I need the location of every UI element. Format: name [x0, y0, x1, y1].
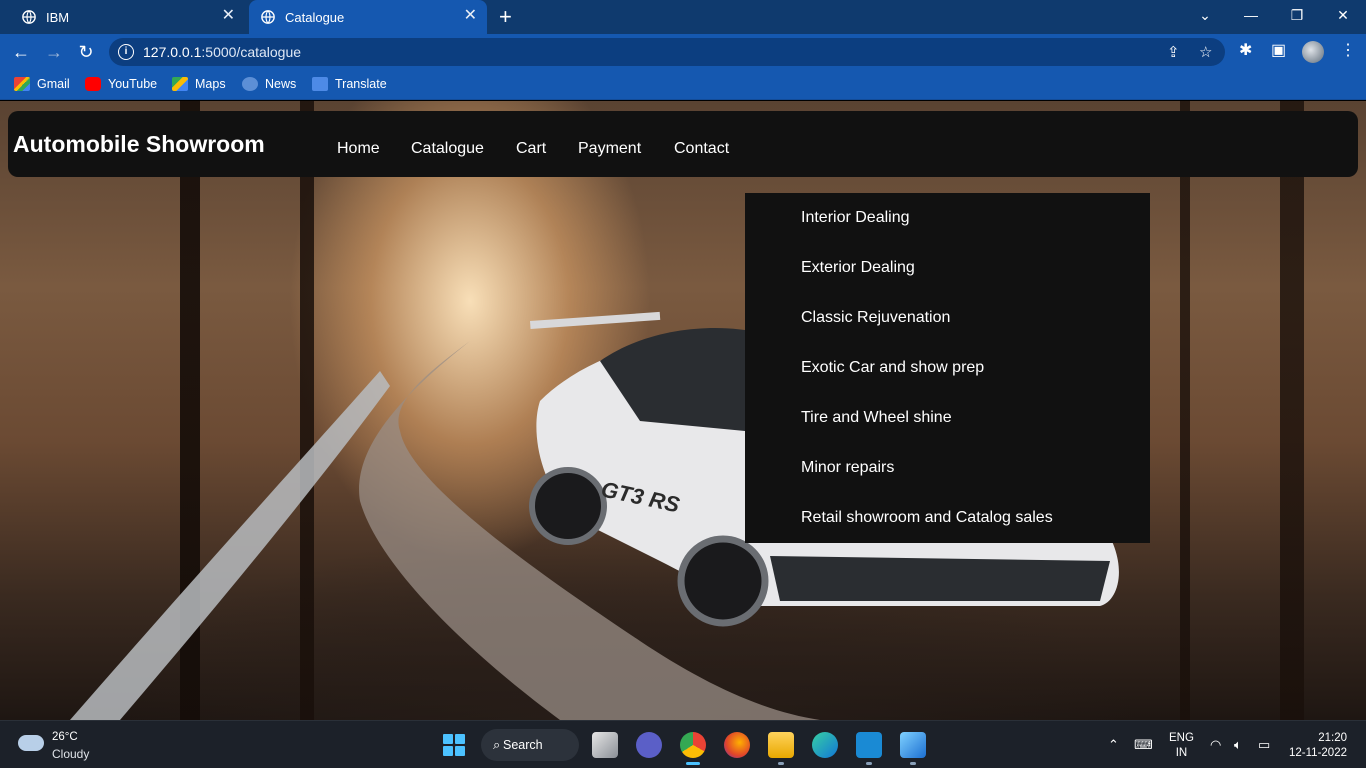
translate-icon — [312, 77, 328, 91]
bookmark-label: Maps — [195, 77, 226, 91]
new-tab-icon[interactable]: + — [499, 6, 512, 28]
windows-start-icon[interactable] — [443, 734, 465, 756]
tab-strip: IBM ✕ Catalogue ✕ + ⌄ — ❐ ✕ — [0, 0, 1366, 34]
volume-icon[interactable]: 🔈︎ — [1234, 737, 1242, 753]
firefox-icon[interactable] — [724, 732, 750, 758]
clock-time: 21:20 — [1318, 732, 1347, 744]
close-tab-icon[interactable]: ✕ — [464, 8, 477, 24]
reload-icon[interactable]: ↻ — [75, 41, 97, 63]
tab-title: IBM — [46, 9, 70, 25]
nav-cart[interactable]: Cart — [516, 140, 546, 158]
site-brand[interactable]: Automobile Showroom — [13, 131, 265, 158]
file-explorer-icon[interactable] — [768, 732, 794, 758]
bookmark-label: Gmail — [37, 77, 70, 91]
taskbar-search[interactable]: ⌕ Search — [481, 729, 579, 761]
browser-toolbar: ← → ↻ i 127.0.0.1:5000/catalogue ⇪ ☆ ✱ ▣… — [0, 34, 1366, 70]
catalogue-dropdown: Interior Dealing Exterior Dealing Classi… — [745, 193, 1150, 543]
extensions-icon[interactable]: ✱ — [1239, 42, 1252, 60]
nav-home[interactable]: Home — [337, 140, 380, 158]
gmail-icon — [14, 77, 30, 91]
profile-avatar[interactable] — [1302, 41, 1324, 63]
search-icon: ⌕ — [493, 737, 501, 752]
side-panel-icon[interactable]: ▣ — [1271, 42, 1286, 60]
url-path: :5000/catalogue — [201, 44, 302, 60]
globe-icon — [261, 10, 275, 24]
menu-item-exotic-car[interactable]: Exotic Car and show prep — [801, 359, 984, 377]
app-running-indicator — [778, 762, 784, 765]
region-code: IN — [1175, 747, 1188, 759]
show-hidden-icons-icon[interactable]: ⌃ — [1108, 737, 1119, 753]
menu-item-interior-dealing[interactable]: Interior Dealing — [801, 209, 910, 227]
wifi-icon[interactable]: ◠ — [1210, 737, 1221, 753]
bookmarks-bar: Gmail YouTube Maps News Translate — [0, 70, 1366, 100]
tab-catalogue[interactable]: Catalogue ✕ — [249, 0, 487, 34]
nav-catalogue[interactable]: Catalogue — [411, 140, 484, 158]
tab-title: Catalogue — [285, 9, 345, 25]
menu-item-exterior-dealing[interactable]: Exterior Dealing — [801, 259, 915, 277]
chrome-icon[interactable] — [680, 732, 706, 758]
news-icon — [242, 77, 258, 91]
restore-icon[interactable]: ❐ — [1274, 0, 1320, 30]
address-bar[interactable]: i 127.0.0.1:5000/catalogue ⇪ ☆ — [109, 38, 1225, 66]
search-label: Search — [503, 738, 543, 752]
bookmark-label: Translate — [335, 77, 387, 91]
bookmark-gmail[interactable]: Gmail — [14, 77, 70, 91]
maps-icon — [172, 77, 188, 91]
url-text: 127.0.0.1:5000/catalogue — [143, 44, 301, 60]
bookmark-label: News — [265, 77, 297, 91]
tab-ibm[interactable]: IBM ✕ — [8, 0, 245, 34]
edge-icon[interactable] — [812, 732, 838, 758]
bookmark-news[interactable]: News — [242, 77, 296, 91]
menu-item-classic-rejuvenation[interactable]: Classic Rejuvenation — [801, 309, 950, 327]
forward-icon[interactable]: → — [43, 41, 65, 63]
globe-icon — [22, 10, 36, 24]
keyboard-icon[interactable]: ⌨ — [1134, 737, 1153, 753]
tab-search-icon[interactable]: ⌄ — [1182, 0, 1228, 30]
system-clock[interactable]: 21:20 12-11-2022 — [1289, 731, 1347, 761]
page-viewport: GT3 RS Automobile Showroom Home Catalogu… — [0, 101, 1366, 720]
close-tab-icon[interactable]: ✕ — [222, 8, 235, 24]
windows-taskbar: 26°C Cloudy ⌕ Search ⌃ ⌨ ENG IN ◠ 🔈︎ ▭ 2… — [0, 720, 1366, 768]
clock-date: 12-11-2022 — [1289, 747, 1347, 759]
nav-contact[interactable]: Contact — [674, 140, 729, 158]
menu-item-tire-wheel[interactable]: Tire and Wheel shine — [801, 409, 952, 427]
bookmark-star-icon[interactable]: ☆ — [1199, 43, 1212, 61]
battery-icon[interactable]: ▭ — [1258, 737, 1270, 753]
bookmark-youtube[interactable]: YouTube — [85, 77, 157, 91]
bookmark-label: YouTube — [108, 77, 158, 91]
cloud-icon[interactable] — [18, 735, 44, 751]
menu-item-minor-repairs[interactable]: Minor repairs — [801, 459, 894, 477]
nav-payment[interactable]: Payment — [578, 140, 641, 158]
site-navbar: Automobile Showroom Home Catalogue Cart … — [8, 111, 1358, 177]
site-info-icon[interactable]: i — [118, 44, 134, 60]
photos-icon[interactable] — [900, 732, 926, 758]
back-icon[interactable]: ← — [10, 41, 32, 63]
minimize-icon[interactable]: — — [1228, 0, 1274, 30]
share-icon[interactable]: ⇪ — [1167, 43, 1180, 61]
lang-code: ENG — [1169, 732, 1194, 744]
weather-condition[interactable]: Cloudy — [52, 747, 89, 761]
menu-icon[interactable]: ⋮ — [1340, 42, 1356, 60]
weather-temp[interactable]: 26°C — [52, 731, 78, 743]
teams-chat-icon[interactable] — [636, 732, 662, 758]
bookmark-maps[interactable]: Maps — [172, 77, 226, 91]
language-indicator[interactable]: ENG IN — [1169, 731, 1194, 761]
vscode-icon[interactable] — [856, 732, 882, 758]
youtube-icon — [85, 77, 101, 91]
app-running-indicator — [866, 762, 872, 765]
app-running-indicator — [910, 762, 916, 765]
menu-item-retail-showroom[interactable]: Retail showroom and Catalog sales — [801, 509, 1053, 527]
active-app-indicator — [686, 762, 700, 765]
road-and-car-image: GT3 RS — [70, 311, 1119, 720]
url-host: 127.0.0.1 — [143, 44, 202, 60]
task-view-icon[interactable] — [592, 732, 618, 758]
bookmark-translate[interactable]: Translate — [312, 77, 387, 91]
close-window-icon[interactable]: ✕ — [1320, 0, 1366, 30]
